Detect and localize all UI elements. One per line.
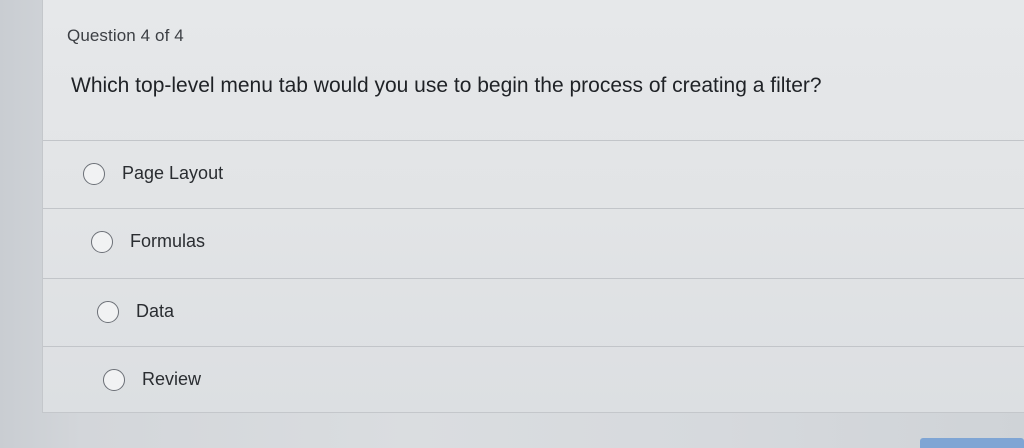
answer-option-label: Page Layout bbox=[122, 163, 224, 183]
question-text: Which top-level menu tab would you use t… bbox=[71, 74, 822, 97]
answer-option-review[interactable]: Review bbox=[43, 346, 1024, 412]
radio-button[interactable] bbox=[83, 162, 105, 185]
question-card: Question 4 of 4 Which top-level menu tab… bbox=[42, 0, 1024, 413]
answer-option-formulas[interactable]: Formulas bbox=[43, 208, 1024, 274]
answer-option-label: Formulas bbox=[130, 231, 206, 251]
next-button[interactable] bbox=[920, 438, 1024, 448]
radio-button[interactable] bbox=[91, 230, 113, 253]
answer-option-label: Data bbox=[136, 301, 175, 321]
answer-option-data[interactable]: Data bbox=[43, 278, 1024, 344]
radio-button[interactable] bbox=[97, 300, 119, 323]
answer-option-label: Review bbox=[142, 369, 202, 389]
answer-option-page-layout[interactable]: Page Layout bbox=[43, 140, 1024, 206]
question-header: Question 4 of 4 Which top-level menu tab… bbox=[43, 0, 1024, 140]
question-number: Question 4 of 4 bbox=[67, 26, 184, 45]
radio-button[interactable] bbox=[103, 368, 125, 391]
